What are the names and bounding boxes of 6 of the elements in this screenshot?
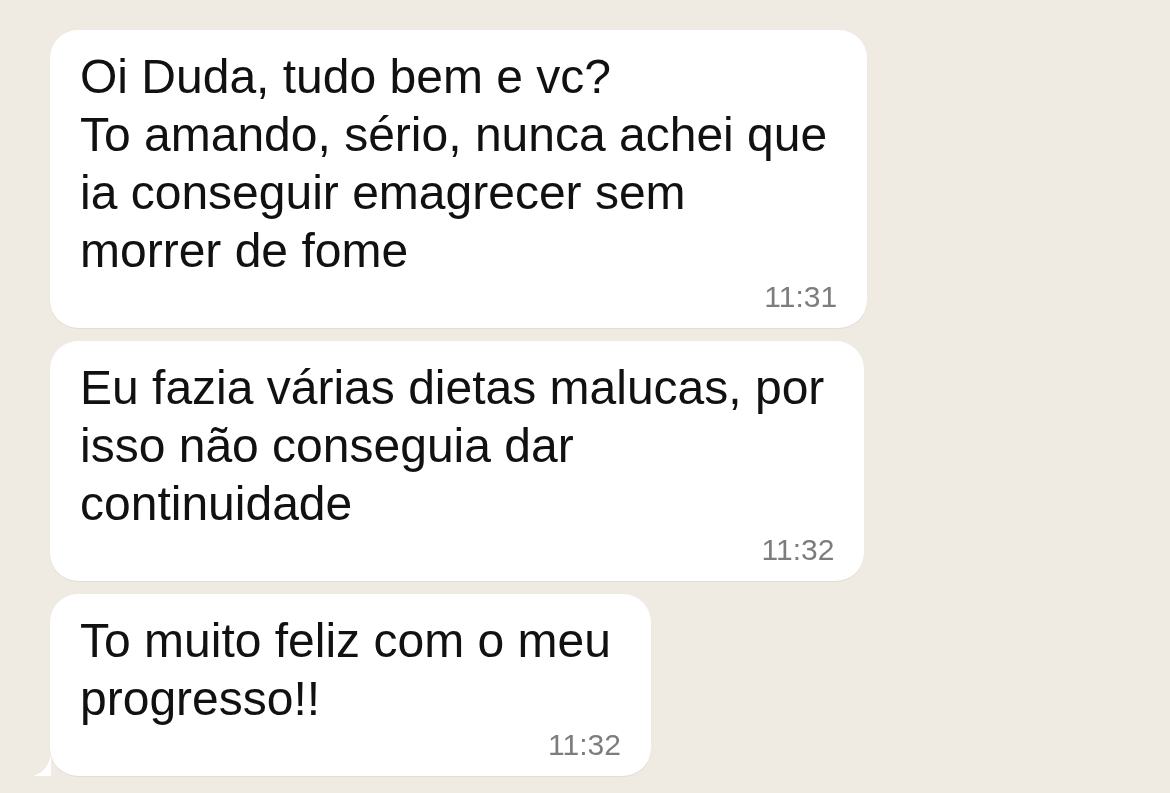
message-time: 11:31 [764, 280, 838, 314]
message-time: 11:32 [761, 533, 835, 567]
message-text: Eu fazia várias dietas malucas, por isso não conseguia dar continuidade [80, 360, 825, 532]
message-time: 11:32 [548, 728, 621, 762]
message-text: Oi Duda, tudo bem e vc? To amando, sério, nunca achei que ia conseguir emagrecer sem morrer de fome [80, 49, 828, 279]
message-text: To muito feliz com o meu progresso!! [80, 613, 611, 727]
